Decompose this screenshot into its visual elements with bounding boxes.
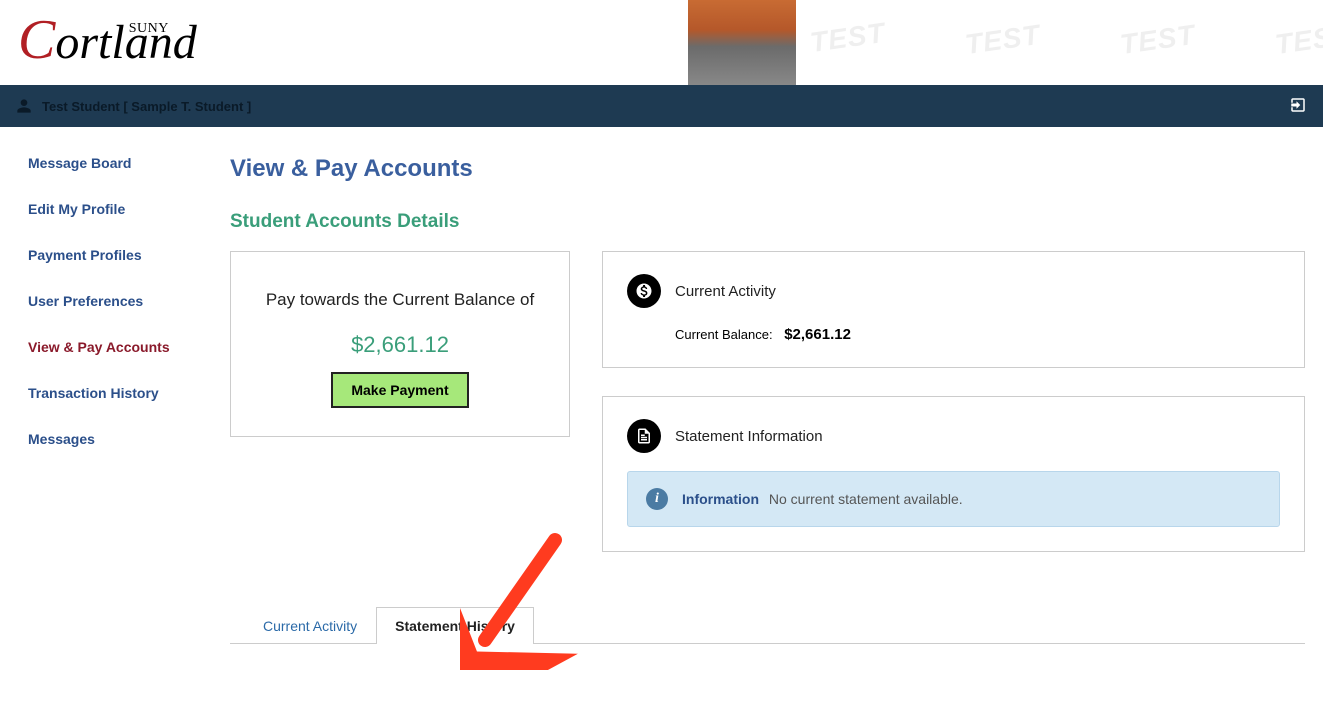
watermark: TEST (963, 19, 1042, 61)
top-banner: CortlandSUNY TEST TEST TEST TEST (0, 0, 1323, 85)
sidebar-item-message-board[interactable]: Message Board (28, 155, 230, 171)
statement-card: Statement Information i Information No c… (602, 396, 1305, 552)
logo-c: C (18, 9, 55, 71)
info-alert: i Information No current statement avail… (627, 471, 1280, 527)
sidebar-item-edit-profile[interactable]: Edit My Profile (28, 201, 230, 217)
tab-current-activity[interactable]: Current Activity (244, 607, 376, 644)
logo-suny: SUNY (129, 21, 169, 36)
tabs: Current Activity Statement History (230, 606, 1305, 644)
current-activity-card: Current Activity Current Balance: $2,661… (602, 251, 1305, 368)
activity-title: Current Activity (675, 283, 776, 300)
main-content: View & Pay Accounts Student Accounts Det… (230, 155, 1323, 644)
user-bar: Test Student [ Sample T. Student ] (0, 85, 1323, 127)
banner-photo (688, 0, 796, 85)
sidebar: Message Board Edit My Profile Payment Pr… (0, 155, 230, 477)
sidebar-item-user-preferences[interactable]: User Preferences (28, 293, 230, 309)
watermark: TEST (1273, 19, 1323, 61)
sidebar-item-payment-profiles[interactable]: Payment Profiles (28, 247, 230, 263)
pay-card: Pay towards the Current Balance of $2,66… (230, 251, 570, 437)
alert-title: Information (682, 491, 759, 507)
make-payment-button[interactable]: Make Payment (331, 372, 468, 408)
sidebar-item-transaction-history[interactable]: Transaction History (28, 385, 230, 401)
logo: CortlandSUNY (18, 8, 237, 72)
alert-message: No current statement available. (769, 491, 963, 507)
page-title: View & Pay Accounts (230, 155, 1305, 183)
logo-text: ortland (55, 16, 196, 69)
sidebar-item-messages[interactable]: Messages (28, 431, 230, 447)
document-icon (627, 419, 661, 453)
watermark: TEST (1118, 19, 1197, 61)
logout-icon[interactable] (1289, 96, 1307, 114)
sidebar-item-view-pay[interactable]: View & Pay Accounts (28, 339, 230, 355)
pay-amount: $2,661.12 (251, 332, 549, 358)
watermark: TEST (808, 17, 887, 59)
balance-label: Current Balance: (675, 327, 773, 342)
pay-label: Pay towards the Current Balance of (251, 290, 549, 310)
balance-value: $2,661.12 (784, 326, 851, 343)
dollar-icon (627, 274, 661, 308)
user-name: Test Student [ Sample T. Student ] (42, 99, 251, 114)
tab-statement-history[interactable]: Statement History (376, 607, 534, 644)
statement-title: Statement Information (675, 428, 823, 445)
info-icon: i (646, 488, 668, 510)
sub-title: Student Accounts Details (230, 211, 1305, 233)
user-icon (16, 98, 32, 114)
